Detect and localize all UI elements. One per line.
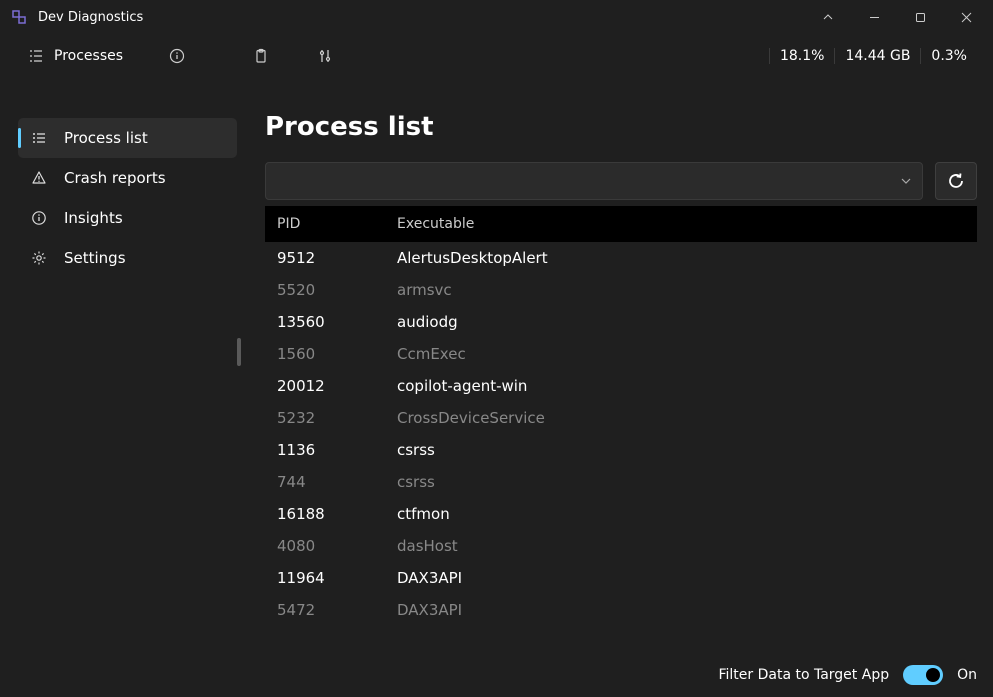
warning-icon <box>30 169 48 187</box>
column-exe[interactable]: Executable <box>397 216 965 232</box>
sidebar-item-label: Insights <box>64 209 123 227</box>
cell-pid: 20012 <box>277 377 397 395</box>
sidebar: Process list Crash reports Insights Sett… <box>0 78 247 697</box>
sidebar-item-settings[interactable]: Settings <box>18 238 237 278</box>
search-input[interactable] <box>276 173 900 189</box>
window-controls <box>805 0 989 34</box>
cell-exe: CcmExec <box>397 345 965 363</box>
cell-exe: armsvc <box>397 281 965 299</box>
table-header: PID Executable <box>265 206 977 242</box>
cell-exe: ctfmon <box>397 505 965 523</box>
divider-handle[interactable] <box>237 338 241 366</box>
stat-memory: 14.44 GB <box>834 48 920 64</box>
close-button[interactable] <box>943 0 989 34</box>
tools-button[interactable] <box>303 38 347 74</box>
table-row[interactable]: 5472DAX3API <box>265 594 977 626</box>
table-body[interactable]: 9512AlertusDesktopAlert5520armsvc13560au… <box>265 242 977 697</box>
page-title: Process list <box>265 112 977 142</box>
search-box[interactable] <box>265 162 923 200</box>
sidebar-item-label: Settings <box>64 249 126 267</box>
cell-exe: dasHost <box>397 537 965 555</box>
processes-label: Processes <box>54 48 123 64</box>
table-row[interactable]: 5232CrossDeviceService <box>265 402 977 434</box>
table-row[interactable]: 1136csrss <box>265 434 977 466</box>
chevron-down-icon[interactable] <box>900 175 912 187</box>
info-icon <box>30 209 48 227</box>
clipboard-button[interactable] <box>239 38 283 74</box>
sidebar-item-crash-reports[interactable]: Crash reports <box>18 158 237 198</box>
table-row[interactable]: 20012copilot-agent-win <box>265 370 977 402</box>
cell-pid: 13560 <box>277 313 397 331</box>
stats-panel: 18.1% 14.44 GB 0.3% <box>769 48 977 64</box>
cell-pid: 1136 <box>277 441 397 459</box>
table-row[interactable]: 11964DAX3API <box>265 562 977 594</box>
titlebar: Dev Diagnostics <box>0 0 993 34</box>
cell-pid: 9512 <box>277 249 397 267</box>
toolbar: Processes 18.1% 14.44 GB 0.3% <box>0 34 993 78</box>
table-row[interactable]: 13560audiodg <box>265 306 977 338</box>
caret-button[interactable] <box>805 0 851 34</box>
list-icon <box>30 129 48 147</box>
gear-icon <box>30 249 48 267</box>
cell-pid: 5232 <box>277 409 397 427</box>
table-row[interactable]: 1560CcmExec <box>265 338 977 370</box>
cell-exe: DAX3API <box>397 601 965 619</box>
sidebar-item-label: Process list <box>64 129 148 147</box>
stat-other: 0.3% <box>920 48 977 64</box>
table-row[interactable]: 744csrss <box>265 466 977 498</box>
table-row[interactable]: 9512AlertusDesktopAlert <box>265 242 977 274</box>
cell-pid: 5472 <box>277 601 397 619</box>
footer-bar: Filter Data to Target App On <box>718 665 977 685</box>
cell-exe: CrossDeviceService <box>397 409 965 427</box>
toggle-state: On <box>957 667 977 683</box>
filter-label: Filter Data to Target App <box>718 667 889 683</box>
cell-exe: audiodg <box>397 313 965 331</box>
cell-pid: 16188 <box>277 505 397 523</box>
sidebar-item-process-list[interactable]: Process list <box>18 118 237 158</box>
cell-pid: 11964 <box>277 569 397 587</box>
sidebar-item-label: Crash reports <box>64 169 166 187</box>
cell-pid: 744 <box>277 473 397 491</box>
app-icon <box>10 8 28 26</box>
cell-exe: copilot-agent-win <box>397 377 965 395</box>
filter-toggle[interactable] <box>903 665 943 685</box>
cell-pid: 1560 <box>277 345 397 363</box>
sidebar-item-insights[interactable]: Insights <box>18 198 237 238</box>
info-button[interactable] <box>155 38 199 74</box>
table-row[interactable]: 5520armsvc <box>265 274 977 306</box>
main-content: Process list PID Executable 9512AlertusD… <box>247 78 993 697</box>
minimize-button[interactable] <box>851 0 897 34</box>
cell-exe: csrss <box>397 473 965 491</box>
list-icon <box>28 48 44 64</box>
cell-exe: AlertusDesktopAlert <box>397 249 965 267</box>
cell-pid: 5520 <box>277 281 397 299</box>
stat-cpu: 18.1% <box>769 48 834 64</box>
column-pid[interactable]: PID <box>277 216 397 232</box>
table-row[interactable]: 16188ctfmon <box>265 498 977 530</box>
cell-pid: 4080 <box>277 537 397 555</box>
maximize-button[interactable] <box>897 0 943 34</box>
table-row[interactable]: 4080dasHost <box>265 530 977 562</box>
refresh-button[interactable] <box>935 162 977 200</box>
cell-exe: csrss <box>397 441 965 459</box>
cell-exe: DAX3API <box>397 569 965 587</box>
processes-tab[interactable]: Processes <box>16 38 135 74</box>
window-title: Dev Diagnostics <box>38 10 143 25</box>
